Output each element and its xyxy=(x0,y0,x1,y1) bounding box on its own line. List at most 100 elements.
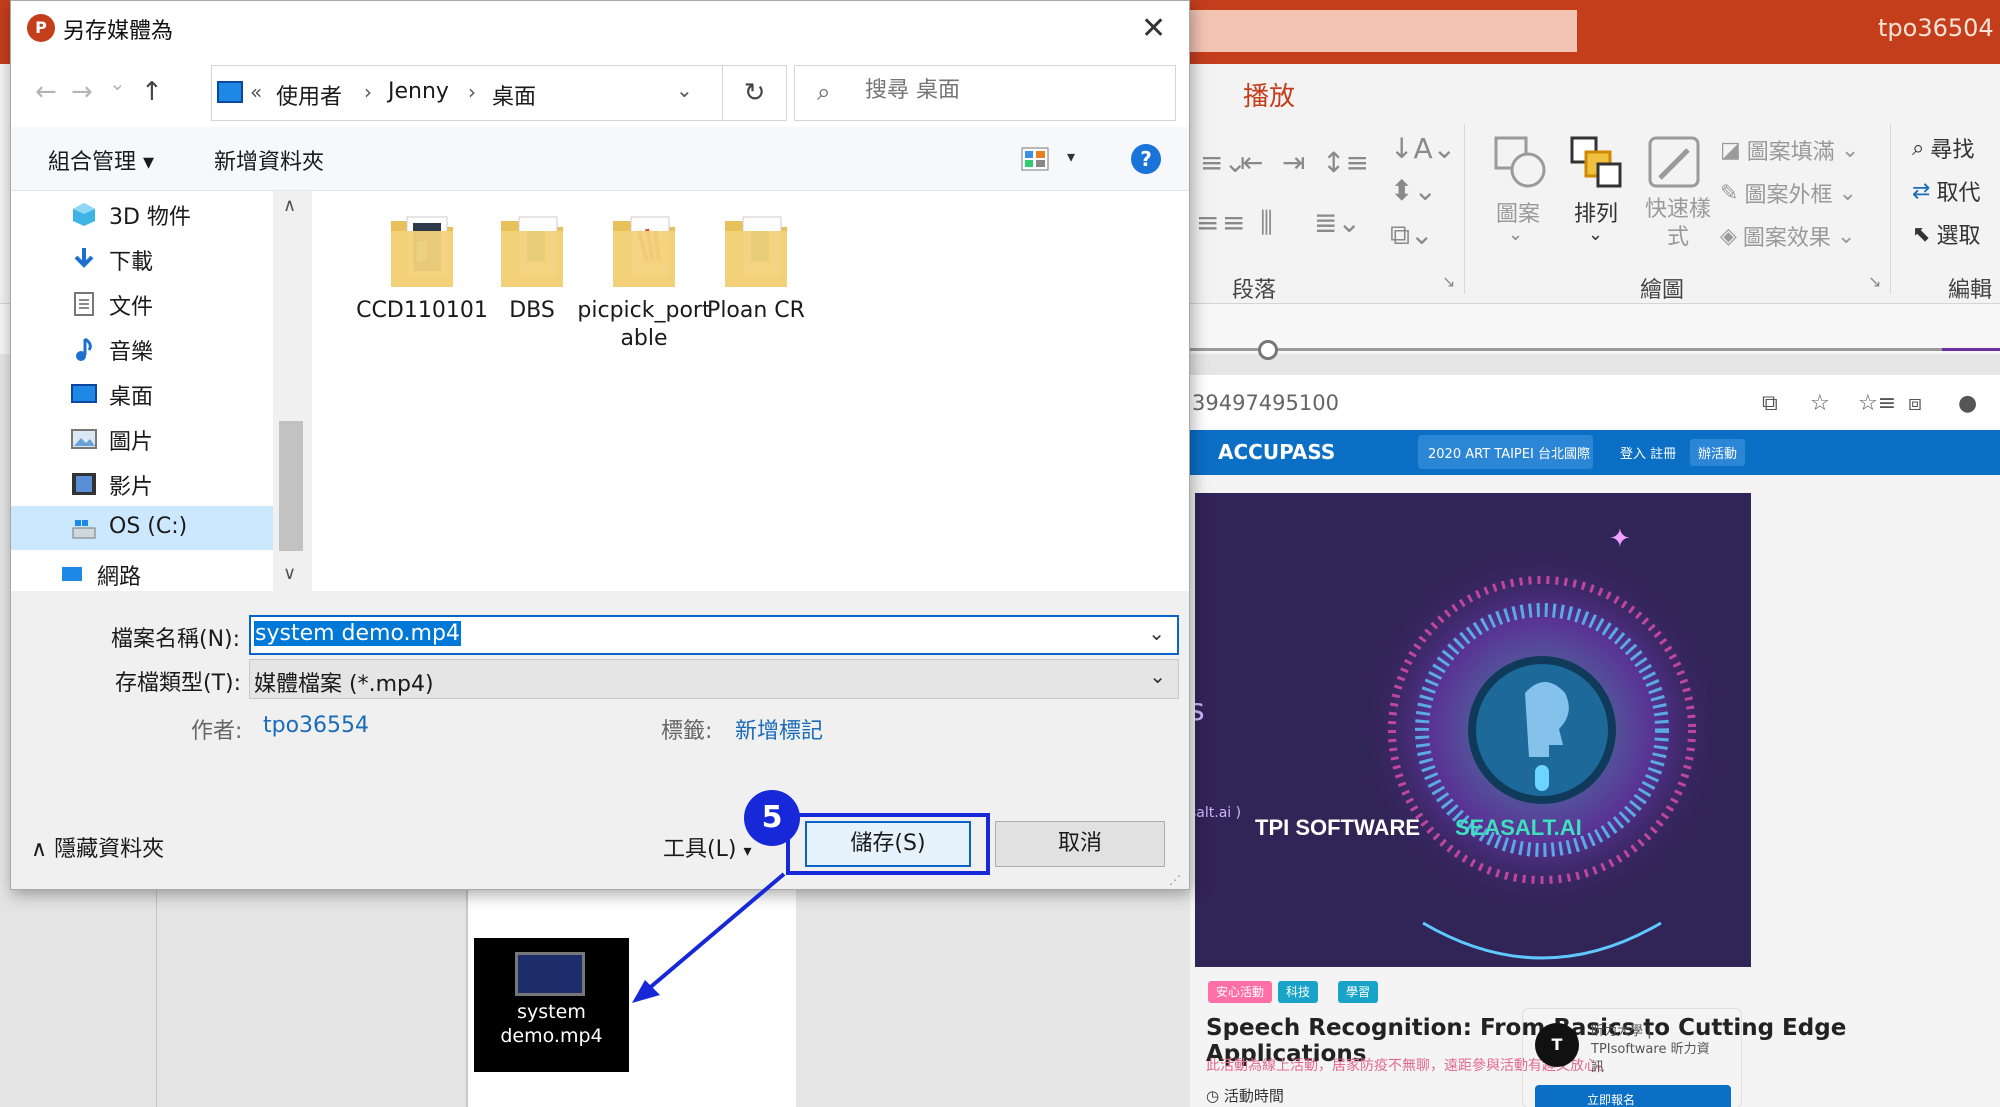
shape-effects-button[interactable]: ◈ 圖案效果 ⌄ xyxy=(1720,220,1855,252)
event-tag[interactable]: 學習 xyxy=(1338,981,1379,1003)
up-arrow-icon[interactable]: ↑ xyxy=(141,77,163,107)
reader-icon[interactable]: ⧉ xyxy=(1762,391,1778,416)
shape-outline-button[interactable]: ✎ 圖案外框 ⌄ xyxy=(1720,177,1857,209)
timeline-track xyxy=(1190,348,2000,351)
paragraph-launcher-icon[interactable]: ↘ xyxy=(1442,272,1455,291)
event-tag[interactable]: 科技 xyxy=(1278,981,1319,1003)
drive-icon xyxy=(71,516,97,542)
chevron-down-icon[interactable]: ⌄ xyxy=(1148,621,1165,645)
view-dropdown-icon[interactable]: ▾ xyxy=(1067,147,1075,166)
nav-item-downloads[interactable]: 下載 xyxy=(11,236,275,280)
line-spacing-icon[interactable]: ↕≡ xyxy=(1322,146,1369,179)
site-logo[interactable]: ACCUPASS xyxy=(1218,440,1335,464)
nav-pane-scrollbar[interactable]: ∧ ∨ xyxy=(273,191,311,591)
folder-icon xyxy=(387,211,457,291)
star-icon[interactable]: ☆ xyxy=(1810,391,1830,416)
tags-value[interactable]: 新增標記 xyxy=(735,713,823,745)
favorites-icon[interactable]: ☆≡ xyxy=(1858,391,1896,416)
file-type-select[interactable]: 媒體檔案 (*.mp4) ⌄ xyxy=(249,659,1179,699)
user-name[interactable]: tpo36504 xyxy=(1878,14,1994,42)
quick-styles-label[interactable]: 快速樣式 xyxy=(1640,196,1716,252)
chevron-down-icon[interactable]: ⌄ xyxy=(1588,224,1603,245)
tab-playback[interactable]: 播放 xyxy=(1243,76,1295,113)
scroll-down-icon[interactable]: ∨ xyxy=(283,563,296,584)
organize-button[interactable]: 組合管理 ▾ xyxy=(48,144,154,176)
chevron-down-icon[interactable]: ⌄ xyxy=(1508,224,1523,245)
search-box[interactable]: ⌕ xyxy=(794,65,1176,121)
back-arrow-icon[interactable]: ← xyxy=(35,77,57,107)
organizer-card[interactable]: T 昕力大學 | TPIsoftware 昕力資訊 立即報名 xyxy=(1522,1008,1742,1107)
scrollbar-thumb[interactable] xyxy=(279,421,303,551)
shape-fill-button[interactable]: ◪ 圖案填滿 ⌄ xyxy=(1720,134,1859,166)
tools-button[interactable]: 工具(L) ▾ xyxy=(663,831,751,863)
organizer-name[interactable]: 昕力大學 | TPIsoftware 昕力資訊 xyxy=(1591,1023,1711,1077)
drawing-launcher-icon[interactable]: ↘ xyxy=(1868,272,1881,291)
help-icon[interactable]: ? xyxy=(1131,144,1161,174)
distribute-icon[interactable]: ≣⌄ xyxy=(1314,206,1361,239)
register-button[interactable]: 立即報名 xyxy=(1535,1085,1731,1107)
refresh-icon[interactable]: ↻ xyxy=(722,65,787,121)
dialog-titlebar[interactable]: P 另存媒體為 ✕ xyxy=(11,1,1189,55)
search-input[interactable] xyxy=(865,78,1155,103)
scroll-up-icon[interactable]: ∧ xyxy=(283,195,296,216)
nav-item-pictures[interactable]: 圖片 xyxy=(11,416,275,460)
nav-item-network[interactable]: 網路 xyxy=(11,551,263,591)
site-search[interactable]: 2020 ART TAIPEI 台北國際 xyxy=(1418,435,1593,469)
cancel-button[interactable]: 取消 xyxy=(995,821,1165,867)
quick-styles-icon[interactable] xyxy=(1646,134,1702,190)
new-folder-button[interactable]: 新增資料夾 xyxy=(214,144,324,176)
breadcrumb-overflow[interactable]: « xyxy=(250,80,262,104)
timeline-knob[interactable] xyxy=(1258,340,1278,360)
network-icon xyxy=(59,561,85,587)
nav-item-3d-objects[interactable]: 3D 物件 xyxy=(11,191,275,235)
event-tag[interactable]: 安心活動 xyxy=(1208,981,1273,1003)
folder-item[interactable]: Ploan CR xyxy=(686,211,826,325)
powerpoint-search-bar[interactable] xyxy=(1190,10,1577,52)
shapes-icon[interactable] xyxy=(1492,134,1548,190)
indent-increase-icon[interactable]: ⇥ xyxy=(1282,146,1305,179)
nav-item-desktop[interactable]: 桌面 xyxy=(11,371,275,415)
collections-icon[interactable]: ⧈ xyxy=(1908,391,1922,416)
replace-button[interactable]: ⇄ 取代 xyxy=(1912,175,1980,207)
chevron-down-icon[interactable]: ⌄ xyxy=(1149,664,1166,688)
indent-decrease-icon[interactable]: ⇤ xyxy=(1240,146,1263,179)
breadcrumb-jenny[interactable]: Jenny xyxy=(388,79,449,104)
file-name-field[interactable]: system demo.mp4 ⌄ xyxy=(249,615,1179,655)
view-options-icon[interactable] xyxy=(1021,147,1049,171)
nav-item-music[interactable]: 音樂 xyxy=(11,326,275,370)
profile-icon[interactable]: ● xyxy=(1958,391,1977,416)
nav-item-documents[interactable]: 文件 xyxy=(11,281,275,325)
chevron-right-icon[interactable]: › xyxy=(364,80,372,104)
arrange-icon[interactable] xyxy=(1568,134,1624,190)
recent-locations-icon[interactable]: ⌄ xyxy=(109,71,126,95)
browser-address-bar[interactable]: 39497495100 ⧉ ☆ ☆≡ ⧈ ● xyxy=(1190,375,2000,435)
hide-folders-button[interactable]: ∧ 隱藏資料夾 xyxy=(31,831,164,863)
address-bar[interactable]: « 使用者 › Jenny › 桌面 ⌄ xyxy=(211,65,723,121)
close-icon[interactable]: ✕ xyxy=(1141,11,1166,46)
file-name-value[interactable]: system demo.mp4 xyxy=(254,621,461,646)
forward-arrow-icon[interactable]: → xyxy=(71,77,93,107)
site-host-button[interactable]: 辦活動 xyxy=(1690,439,1746,466)
select-button[interactable]: ⬉ 選取 xyxy=(1912,218,1980,250)
site-login-links[interactable]: 登入 註冊 xyxy=(1620,443,1676,462)
nav-item-os-c[interactable]: OS (C:) xyxy=(11,506,275,550)
chevron-right-icon[interactable]: › xyxy=(468,80,476,104)
find-button[interactable]: ⌕ 尋找 xyxy=(1912,132,1974,164)
folder-icon xyxy=(497,211,567,291)
nav-item-videos[interactable]: 影片 xyxy=(11,461,275,505)
browser-url[interactable]: 39497495100 xyxy=(1192,391,1339,415)
smartart-icon[interactable]: ⧉⌄ xyxy=(1390,218,1433,252)
resize-grip-icon[interactable]: ⋰ xyxy=(1169,873,1181,887)
align-right-icon[interactable]: ≡ xyxy=(1222,206,1245,239)
chevron-down-icon: ▾ xyxy=(743,841,752,860)
align-text-icon[interactable]: ⬍⌄ xyxy=(1390,174,1437,207)
dragged-file-item[interactable]: system demo.mp4 xyxy=(474,938,629,1072)
align-justify-icon[interactable]: ≡ xyxy=(1196,206,1219,239)
chevron-down-icon[interactable]: ⌄ xyxy=(676,78,693,102)
columns-icon[interactable]: ⫼ xyxy=(1260,206,1273,240)
text-direction-icon[interactable]: ↓A⌄ xyxy=(1390,132,1456,165)
author-value[interactable]: tpo36554 xyxy=(263,713,369,738)
banner-text-fragment: s xyxy=(1195,693,1205,728)
breadcrumb-users[interactable]: 使用者 xyxy=(276,79,342,111)
breadcrumb-desktop[interactable]: 桌面 xyxy=(492,79,536,111)
